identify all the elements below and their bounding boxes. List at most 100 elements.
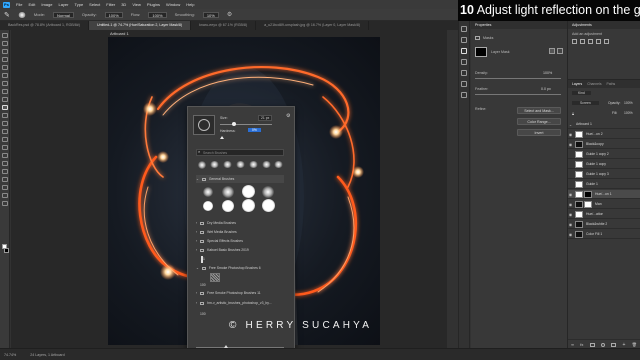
- layer-fill-value[interactable]: 100%: [624, 111, 633, 115]
- brush-settings-icon[interactable]: [461, 59, 467, 65]
- select-and-mask-button[interactable]: Select and Mask...: [517, 107, 561, 114]
- gradient-tool-icon[interactable]: [1, 137, 8, 142]
- pen-tool-icon[interactable]: [1, 161, 8, 166]
- move-tool-icon[interactable]: [1, 33, 8, 38]
- eye-icon[interactable]: ◉: [568, 202, 573, 207]
- doc-tab[interactable]: BackRes.psd @ 78.8% (Artboard 1, RGB/8#): [0, 21, 89, 30]
- crop-tool-icon[interactable]: [1, 73, 8, 78]
- brush-tip[interactable]: [236, 161, 245, 168]
- layer-opacity-value[interactable]: 100%: [624, 101, 633, 105]
- artboard-row[interactable]: ⌄ Artboard 1: [568, 120, 640, 129]
- brush-tip[interactable]: [249, 161, 258, 168]
- brush-tip-preview[interactable]: [193, 115, 215, 135]
- brush-tip[interactable]: [274, 161, 283, 168]
- brightness-icon[interactable]: [572, 39, 577, 44]
- menu-layer[interactable]: Layer: [58, 2, 68, 7]
- layer-row[interactable]: ◉ Hue/...ation: [568, 210, 640, 219]
- layer-row[interactable]: Guide 1 copy: [568, 160, 640, 169]
- hand-tool-icon[interactable]: [1, 193, 8, 198]
- healing-tool-icon[interactable]: [1, 97, 8, 102]
- layer-row[interactable]: ◉ Hue/...on 2: [568, 130, 640, 139]
- adjustment-layer-icon[interactable]: [600, 342, 605, 347]
- type-tool-icon[interactable]: [1, 169, 8, 174]
- menu-view[interactable]: View: [132, 2, 141, 7]
- zoom-tool-icon[interactable]: [1, 201, 8, 206]
- artboard-label[interactable]: Artboard 1: [110, 31, 129, 36]
- layer-row[interactable]: Guide 1 copy 2: [568, 150, 640, 159]
- exposure-icon[interactable]: [596, 39, 601, 44]
- brush-preset-picker[interactable]: [17, 11, 26, 18]
- feather-value[interactable]: 0.0 px: [541, 87, 551, 91]
- brush-tool-icon[interactable]: ✎: [4, 11, 10, 19]
- brush-tip[interactable]: [210, 161, 219, 168]
- menu-file[interactable]: File: [16, 2, 22, 7]
- brush-search-input[interactable]: Search Brushes: [196, 149, 284, 156]
- layer-row[interactable]: Guide 1: [568, 180, 640, 189]
- layer-row[interactable]: ◉ Black&copy: [568, 140, 640, 149]
- density-value[interactable]: 100%: [543, 71, 552, 75]
- brush-folder[interactable]: › Kaboel Basic Brushes 2019: [196, 246, 284, 254]
- quick-select-tool-icon[interactable]: [1, 65, 8, 70]
- zoom-level[interactable]: 74.74%: [4, 353, 16, 357]
- brush-folder[interactable]: › Free Smoke Photoshop Brushes 11: [196, 289, 284, 297]
- layer-row[interactable]: ◉ Black&white 2: [568, 220, 640, 229]
- layer-mask-thumbnail[interactable]: [475, 47, 487, 57]
- fx-icon[interactable]: fx: [580, 342, 583, 347]
- new-group-icon[interactable]: [611, 342, 617, 347]
- dodge-tool-icon[interactable]: [1, 153, 8, 158]
- eye-icon[interactable]: ◉: [568, 222, 573, 227]
- hardness-value-field[interactable]: 0%: [248, 128, 261, 132]
- layer-mask-thumbnail[interactable]: [584, 190, 592, 198]
- tab-channels[interactable]: Channels: [587, 80, 601, 88]
- brush-tool-icon[interactable]: [1, 105, 8, 110]
- brush-tip[interactable]: [222, 186, 234, 198]
- eraser-tool-icon[interactable]: [1, 129, 8, 134]
- doc-tab[interactable]: a_u21bcd89-unsplash.jpg @ 16.7% (Layer 0…: [256, 21, 370, 30]
- brush-folder[interactable]: › hm-v_artistic_brushes_photoshop_v3_by..…: [196, 299, 284, 307]
- tab-layers[interactable]: Layers: [572, 80, 582, 88]
- frame-tool-icon[interactable]: [1, 81, 8, 86]
- eye-icon[interactable]: ◉: [568, 212, 573, 217]
- mode-select[interactable]: Normal: [53, 11, 74, 18]
- density-slider[interactable]: [475, 78, 561, 79]
- size-slider-thumb[interactable]: [232, 122, 236, 126]
- hardness-slider-thumb[interactable]: [220, 136, 224, 139]
- layer-row[interactable]: ◉ Color Fill 1: [568, 230, 640, 239]
- levels-icon[interactable]: [580, 39, 585, 44]
- brush-tip[interactable]: [223, 161, 232, 168]
- layer-row[interactable]: ◉ Man: [568, 200, 640, 209]
- swatches-icon[interactable]: [461, 92, 467, 98]
- layer-mask-thumbnail[interactable]: [584, 200, 592, 208]
- eye-icon[interactable]: ◉: [568, 142, 573, 147]
- background-color-swatch[interactable]: [4, 248, 9, 253]
- chevron-down-icon[interactable]: ⌄: [568, 122, 573, 127]
- properties-icon[interactable]: [461, 48, 467, 54]
- color-range-button[interactable]: Color Range...: [517, 118, 561, 125]
- brush-tip[interactable]: [198, 161, 206, 169]
- size-value-field[interactable]: 21 px: [258, 115, 273, 121]
- brush-tip[interactable]: [242, 199, 255, 212]
- vibrance-icon[interactable]: [604, 39, 609, 44]
- gear-icon[interactable]: ⚙: [227, 11, 232, 18]
- shape-tool-icon[interactable]: [1, 185, 8, 190]
- flow-field[interactable]: 100%: [148, 11, 167, 18]
- menu-window[interactable]: Window: [166, 2, 180, 7]
- brush-tip[interactable]: [262, 161, 271, 168]
- tab-paths[interactable]: Paths: [607, 80, 616, 88]
- add-mask-icon[interactable]: [589, 342, 595, 347]
- brush-tip[interactable]: [203, 187, 213, 197]
- menu-help[interactable]: Help: [186, 2, 194, 7]
- smoothing-field[interactable]: 10%: [202, 11, 219, 18]
- brush-tip[interactable]: [262, 199, 275, 212]
- size-slider[interactable]: [220, 124, 272, 125]
- invert-button[interactable]: Invert: [517, 129, 561, 136]
- gear-icon[interactable]: ⚙: [286, 113, 290, 119]
- menu-3d[interactable]: 3D: [121, 2, 126, 7]
- filter-kind-select[interactable]: Kind: [572, 91, 591, 95]
- layer-row[interactable]: Guide 1 copy 3: [568, 170, 640, 179]
- doc-tab[interactable]: knaru-eeyo @ 67.1% (RGB/8): [191, 21, 257, 30]
- brush-tip[interactable]: [262, 186, 274, 198]
- brush-folder[interactable]: ⌄ Free Smoke Photoshop Brushes 6: [196, 264, 284, 272]
- eye-icon[interactable]: ◉: [568, 192, 573, 197]
- artboard-tool-icon[interactable]: [1, 41, 8, 46]
